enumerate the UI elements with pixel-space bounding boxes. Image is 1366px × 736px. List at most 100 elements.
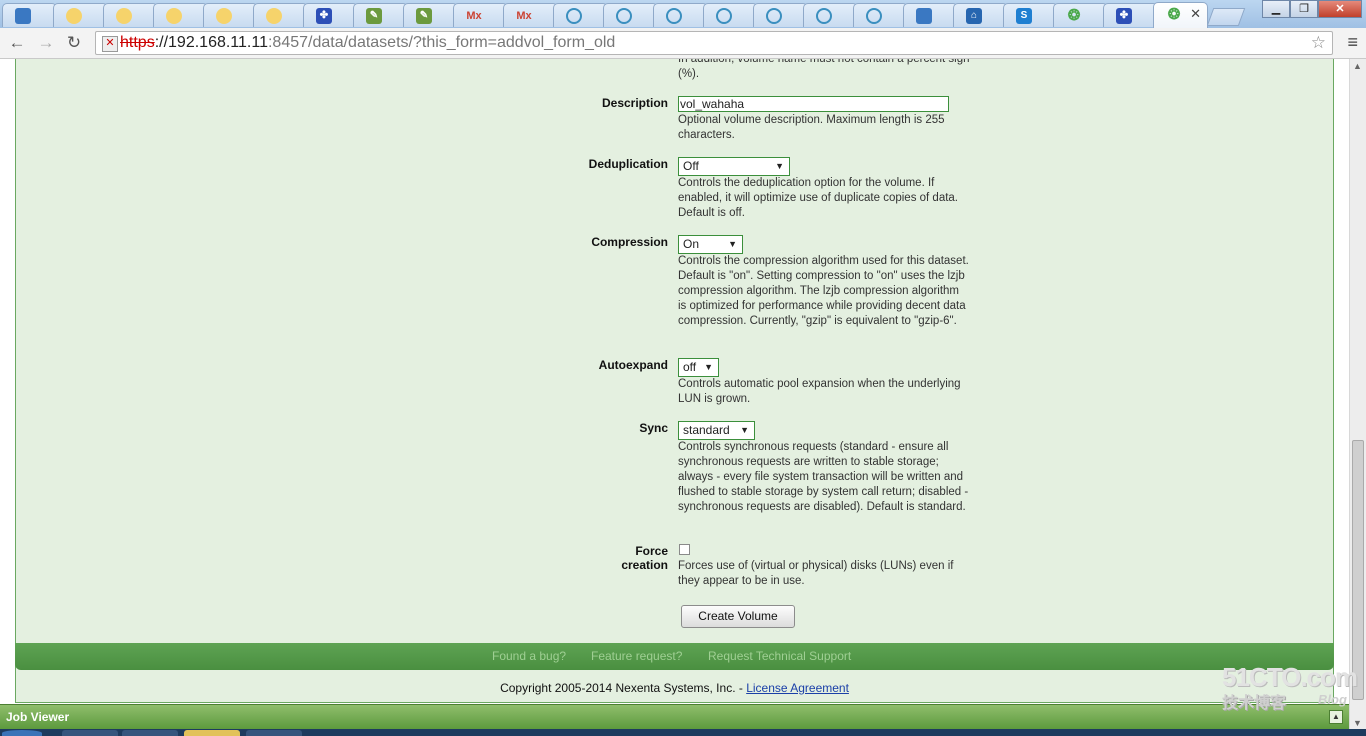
browser-tab[interactable]	[103, 3, 158, 27]
close-window-button[interactable]: ✕	[1318, 0, 1362, 18]
s-app-icon: S	[1016, 8, 1032, 24]
browser-tab[interactable]: ❂	[1053, 3, 1108, 27]
browser-tab[interactable]	[653, 3, 708, 27]
sheep-icon	[266, 8, 282, 24]
compression-value: On	[683, 237, 700, 251]
browser-tab[interactable]: S	[1003, 3, 1058, 27]
license-agreement-link[interactable]: License Agreement	[746, 681, 849, 695]
bookmark-star-icon[interactable]: ☆	[1311, 33, 1326, 53]
compression-label: Compression	[591, 235, 668, 249]
url-text[interactable]: https://192.168.11.11:8457/data/datasets…	[120, 34, 615, 52]
forward-arrow-icon[interactable]: →	[36, 33, 56, 53]
compression-help: Controls the compression algorithm used …	[678, 255, 969, 327]
url-host: ://192.168.11.11	[154, 34, 268, 51]
job-viewer-bar[interactable]: Job Viewer ▲	[0, 704, 1349, 729]
browser-tab[interactable]: ✤	[303, 3, 358, 27]
deduplication-select[interactable]: Off ▼	[678, 157, 790, 176]
os-taskbar	[0, 729, 1366, 736]
sheep-icon	[166, 8, 182, 24]
close-tab-icon[interactable]: ✕	[1190, 6, 1201, 22]
play-circle-icon	[766, 8, 782, 24]
browser-tab[interactable]	[803, 3, 858, 27]
force-creation-label: Force creation	[566, 544, 668, 572]
home-icon: ⌂	[966, 8, 982, 24]
taskbar-item[interactable]	[62, 730, 118, 736]
force-creation-help: Forces use of (virtual or physical) disk…	[678, 560, 954, 587]
deduplication-help: Controls the deduplication option for th…	[678, 177, 958, 219]
feature-request-link[interactable]: Feature request?	[591, 649, 682, 663]
browser-tab[interactable]: Mx	[453, 3, 508, 27]
autoexpand-label: Autoexpand	[598, 358, 668, 372]
browser-tab[interactable]	[2, 3, 57, 27]
new-tab-button[interactable]	[1206, 8, 1246, 26]
browser-tab[interactable]	[603, 3, 658, 27]
force-label-line2: creation	[621, 558, 668, 572]
browser-tab[interactable]: ✤	[1103, 3, 1158, 27]
description-input[interactable]: vol_wahaha	[678, 96, 949, 112]
compression-select[interactable]: On ▼	[678, 235, 743, 254]
browser-tab[interactable]: ⌂	[953, 3, 1008, 27]
sync-help: Controls synchronous requests (standard …	[678, 441, 969, 513]
vertical-scrollbar[interactable]: ▲ ▼	[1349, 59, 1366, 730]
volume-name-help: In addition, volume name must not contai…	[678, 59, 970, 80]
swirl-icon: ❂	[1067, 7, 1081, 24]
play-circle-icon	[566, 8, 582, 24]
sheep-icon	[216, 8, 232, 24]
insecure-lock-icon[interactable]: ✕	[102, 36, 118, 52]
address-bar[interactable]: ✕ https://192.168.11.11:8457/data/datase…	[95, 31, 1333, 55]
browser-tab[interactable]	[153, 3, 208, 27]
expand-up-icon[interactable]: ▲	[1329, 710, 1343, 724]
page-viewport: In addition, volume name must not contai…	[0, 59, 1349, 706]
create-volume-button[interactable]: Create Volume	[681, 605, 795, 628]
technical-support-link[interactable]: Request Technical Support	[708, 649, 851, 663]
copyright-text: Copyright 2005-2014 Nexenta Systems, Inc…	[500, 681, 747, 695]
browser-tab[interactable]: ✎	[353, 3, 408, 27]
scroll-up-arrow-icon[interactable]: ▲	[1353, 61, 1362, 71]
menu-icon[interactable]: ≡	[1347, 32, 1358, 53]
play-circle-icon	[866, 8, 882, 24]
mx-icon: Mx	[516, 10, 532, 22]
swirl-icon: ❂	[1167, 6, 1181, 23]
mx-icon: Mx	[466, 10, 482, 22]
browser-toolbar: ← → ↻ ✕ https://192.168.11.11:8457/data/…	[0, 28, 1366, 59]
browser-tab[interactable]: ✎	[403, 3, 458, 27]
sync-select[interactable]: standard ▼	[678, 421, 755, 440]
app-blue-icon	[15, 8, 31, 24]
description-label: Description	[601, 96, 668, 110]
browser-tab[interactable]: Mx	[503, 3, 558, 27]
dropdown-arrow-icon: ▼	[775, 161, 784, 171]
paw-icon: ✤	[316, 8, 332, 24]
browser-tab[interactable]	[903, 3, 958, 27]
force-creation-checkbox[interactable]	[679, 544, 690, 555]
browser-tab-active[interactable]: ❂ ✕	[1153, 2, 1208, 28]
scroll-down-arrow-icon[interactable]: ▼	[1353, 718, 1362, 728]
sync-value: standard	[683, 423, 730, 437]
scrollbar-thumb[interactable]	[1352, 440, 1364, 700]
url-scheme: https	[120, 34, 155, 51]
minimize-button[interactable]: ▁	[1262, 0, 1290, 18]
deduplication-value: Off	[683, 159, 699, 173]
browser-tab[interactable]	[253, 3, 308, 27]
form-panel: In addition, volume name must not contai…	[15, 59, 1334, 703]
taskbar-item[interactable]	[184, 730, 240, 736]
browser-tab[interactable]	[203, 3, 258, 27]
maximize-button[interactable]: ❐	[1290, 0, 1318, 18]
browser-tab[interactable]	[703, 3, 758, 27]
back-arrow-icon[interactable]: ←	[7, 33, 27, 53]
browser-tab[interactable]	[53, 3, 108, 27]
taskbar-item[interactable]	[122, 730, 178, 736]
autoexpand-select[interactable]: off ▼	[678, 358, 719, 377]
description-help: Optional volume description. Maximum len…	[678, 114, 945, 141]
sheep-icon	[116, 8, 132, 24]
play-circle-icon	[616, 8, 632, 24]
paw-icon: ✤	[1116, 8, 1132, 24]
browser-tab[interactable]	[853, 3, 908, 27]
start-orb-icon[interactable]	[2, 730, 42, 736]
notebook-icon: ✎	[366, 8, 382, 24]
found-bug-link[interactable]: Found a bug?	[492, 649, 566, 663]
reload-icon[interactable]: ↻	[64, 33, 84, 53]
browser-tab[interactable]	[753, 3, 808, 27]
dropdown-arrow-icon: ▼	[740, 425, 749, 435]
browser-tab[interactable]	[553, 3, 608, 27]
taskbar-item[interactable]	[246, 730, 302, 736]
